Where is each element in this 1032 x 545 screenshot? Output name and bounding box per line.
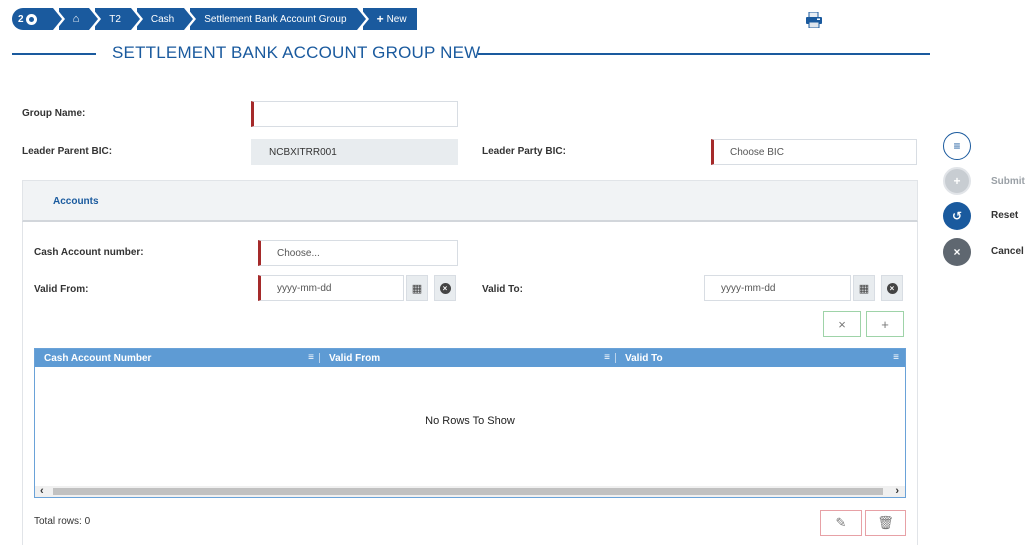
history-count: 2 <box>18 13 24 25</box>
leader-party-bic-input[interactable]: Choose BIC <box>711 139 917 165</box>
close-icon: × <box>838 316 846 332</box>
breadcrumb-item-new[interactable]: + New <box>362 8 417 30</box>
breadcrumb-history[interactable]: 2 <box>12 8 65 30</box>
column-header-valid-from[interactable]: Valid From ≡ <box>320 349 616 367</box>
valid-to-clear-button[interactable]: × <box>881 275 903 301</box>
delete-row-button[interactable]: 🗑 <box>865 510 906 536</box>
eye-icon <box>25 13 37 25</box>
submit-label[interactable]: Submit <box>991 176 1025 187</box>
column-label: Valid From <box>329 352 381 364</box>
column-menu-icon[interactable]: ≡ <box>308 352 314 363</box>
scroll-left-icon[interactable]: ‹ <box>40 485 44 497</box>
plus-icon: + <box>376 12 384 26</box>
breadcrumb-item-cash[interactable]: Cash <box>136 8 197 30</box>
valid-from-input[interactable]: yyyy-mm-dd <box>258 275 404 301</box>
cancel-label[interactable]: Cancel <box>991 246 1024 257</box>
reset-icon: ↺ <box>951 209 963 223</box>
plus-icon: + <box>953 174 961 188</box>
cash-account-input[interactable]: Choose... <box>258 240 458 266</box>
cancel-icon: × <box>953 245 961 259</box>
valid-from-label: Valid From: <box>34 284 89 295</box>
edit-row-button[interactable]: ✎ <box>820 510 862 536</box>
column-label: Cash Account Number <box>44 352 152 364</box>
scroll-right-icon[interactable]: › <box>895 485 899 497</box>
total-rows: Total rows: 0 <box>34 516 91 527</box>
accounts-grid: Cash Account Number ≡ Valid From ≡ Valid… <box>34 348 906 498</box>
valid-to-label: Valid To: <box>482 284 523 295</box>
title-rule-left <box>12 53 96 55</box>
valid-to-calendar-button[interactable]: ▦ <box>853 275 875 301</box>
valid-from-clear-button[interactable]: × <box>434 275 456 301</box>
clear-filter-button[interactable]: × <box>823 311 861 337</box>
delete-icon: 🗑 <box>877 515 894 530</box>
tab-accounts[interactable]: Accounts <box>53 196 99 207</box>
leader-party-bic-label: Leader Party BIC: <box>482 146 566 157</box>
edit-icon: ✎ <box>835 515 847 530</box>
page-title: SETTLEMENT BANK ACCOUNT GROUP NEW <box>112 43 481 62</box>
column-menu-icon[interactable]: ≡ <box>604 352 610 363</box>
leader-parent-bic-value: NCBXITRR001 <box>269 146 337 158</box>
cancel-button[interactable]: × <box>943 238 971 266</box>
grid-empty-message: No Rows To Show <box>425 415 515 427</box>
group-name-label: Group Name: <box>22 108 86 119</box>
scrollbar-thumb[interactable] <box>53 488 883 495</box>
column-header-valid-to[interactable]: Valid To ≡ <box>616 349 905 367</box>
accounts-panel-header: Accounts <box>22 180 918 222</box>
menu-icon: ≡ <box>953 139 961 153</box>
leader-parent-bic-label: Leader Parent BIC: <box>22 146 113 157</box>
grid-header: Cash Account Number ≡ Valid From ≡ Valid… <box>35 349 905 367</box>
group-name-input[interactable] <box>251 101 458 127</box>
add-icon: + <box>881 316 889 332</box>
calendar-icon: ▦ <box>411 282 423 295</box>
breadcrumb-label: Settlement Bank Account Group <box>204 13 347 25</box>
home-icon: ⌂ <box>72 13 80 25</box>
clear-icon: × <box>886 282 898 294</box>
valid-from-calendar-button[interactable]: ▦ <box>406 275 428 301</box>
submit-button[interactable]: + <box>943 167 971 195</box>
column-header-cash-account-number[interactable]: Cash Account Number ≡ <box>35 349 320 367</box>
breadcrumb: 2 ⌂ T2 Cash Settlement Bank Account Grou… <box>12 8 423 30</box>
breadcrumb-label: T2 <box>109 13 121 25</box>
calendar-icon: ▦ <box>858 282 870 295</box>
title-rule-right <box>478 53 930 55</box>
column-label: Valid To <box>625 352 663 364</box>
breadcrumb-label: New <box>386 13 407 25</box>
horizontal-scrollbar[interactable]: ‹ › <box>35 485 905 497</box>
print-icon[interactable] <box>805 12 823 28</box>
clear-icon: × <box>439 282 451 294</box>
reset-label[interactable]: Reset <box>991 210 1018 221</box>
breadcrumb-item-settlement-bank-account-group[interactable]: Settlement Bank Account Group <box>190 8 369 30</box>
leader-parent-bic-field: NCBXITRR001 <box>251 139 458 165</box>
cash-account-label: Cash Account number: <box>34 247 144 258</box>
valid-to-input[interactable]: yyyy-mm-dd <box>704 275 851 301</box>
column-menu-icon[interactable]: ≡ <box>893 352 899 363</box>
actions-menu-button[interactable]: ≡ <box>943 132 971 160</box>
reset-button[interactable]: ↺ <box>943 202 971 230</box>
add-account-button[interactable]: + <box>866 311 904 337</box>
breadcrumb-label: Cash <box>150 13 175 25</box>
